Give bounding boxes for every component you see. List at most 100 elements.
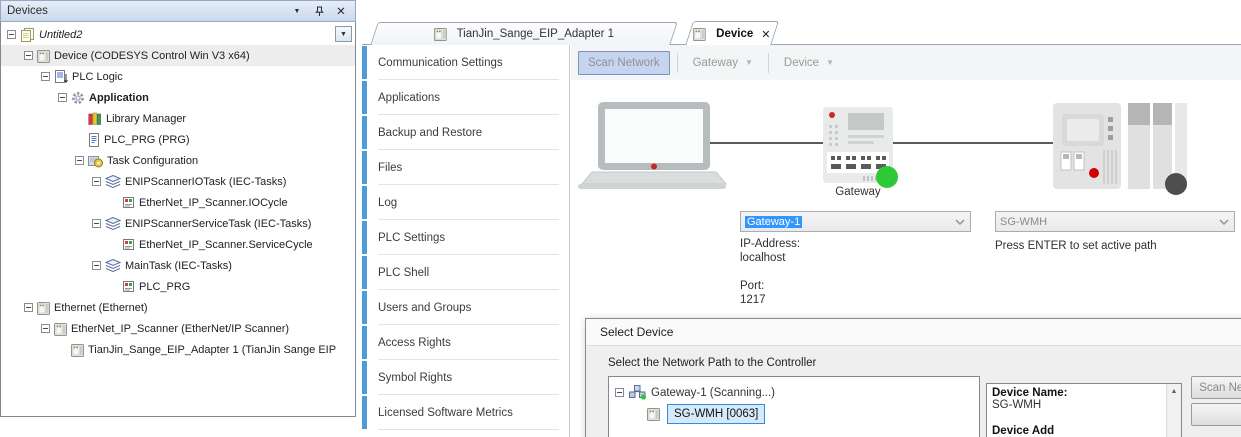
tree-item-plc-logic[interactable]: PLC Logic [1, 66, 355, 87]
nav-item-label: Licensed Software Metrics [378, 406, 513, 419]
dialog-secondary-button[interactable] [1191, 403, 1241, 426]
gateway-dropdown-button[interactable]: Gateway ▼ [685, 51, 761, 75]
pin-icon[interactable] [311, 4, 327, 19]
dialog-scan-network-button[interactable]: Scan Network [1191, 376, 1241, 399]
tree-item-label: Untitled2 [39, 28, 83, 41]
scrollbar[interactable]: ▲ [1166, 384, 1181, 437]
tree-expander[interactable] [24, 51, 37, 60]
nav-item-log[interactable]: Log [362, 185, 569, 220]
tree-expander[interactable] [58, 93, 71, 102]
tree-item-task-configuration[interactable]: Task Configuration [1, 150, 355, 171]
tree-item-label: Task Configuration [107, 154, 199, 167]
tree-item-enipscanneriotask-iec-tasks[interactable]: ENIPScannerIOTask (IEC-Tasks) [1, 171, 355, 192]
project-dropdown-button[interactable]: ▼ [335, 26, 352, 42]
tab-tianjin-sange-eip-adapter[interactable]: TianJin_Sange_EIP_Adapter 1 [370, 22, 678, 45]
gateway-select-value: Gateway-1 [745, 215, 803, 228]
nav-item-access-rights[interactable]: Access Rights [362, 325, 569, 360]
tree-item-maintask-iec-tasks[interactable]: MainTask (IEC-Tasks) [1, 255, 355, 276]
tree-item-plc-prg[interactable]: PLC_PRG [1, 276, 355, 297]
nav-item-files[interactable]: Files [362, 150, 569, 185]
page-icon [88, 132, 100, 147]
scan-network-button[interactable]: Scan Network [578, 50, 670, 75]
nav-item-backup-and-restore[interactable]: Backup and Restore [362, 115, 569, 150]
devices-panel-header: Devices ▼ ✕ [0, 0, 356, 22]
call-icon [122, 280, 135, 293]
tree-expander[interactable] [41, 72, 54, 81]
tree-item-tianjin-sange-eip-adapter-1-tianjin-sange-eip[interactable]: TianJin_Sange_EIP_Adapter 1 (TianJin San… [1, 339, 355, 360]
tree-expander[interactable] [7, 30, 20, 39]
device-dropdown-button[interactable]: Device ▼ [776, 51, 842, 75]
tree-expander[interactable] [41, 324, 54, 333]
nav-item-label: Communication Settings [378, 56, 503, 69]
select-device-dialog: Select Device Select the Network Path to… [585, 318, 1241, 437]
selected-device-node[interactable]: SG-WMH [0063] [667, 403, 766, 424]
tree-item-ethernet-ethernet[interactable]: Ethernet (Ethernet) [1, 297, 355, 318]
tree-item-library-manager[interactable]: Library Manager [1, 108, 355, 129]
nav-item-label: Backup and Restore [378, 126, 483, 139]
tree-item-application[interactable]: Application [1, 87, 355, 108]
device-name-label: Device Name: [992, 387, 1068, 399]
toolbar-separator [767, 52, 769, 73]
nav-item-label: Access Rights [378, 336, 451, 349]
nav-item-applications[interactable]: Applications [362, 80, 569, 115]
nav-item-label: PLC Shell [378, 266, 430, 279]
ip-address-label: IP-Address: [740, 238, 801, 250]
chevron-down-icon: ▼ [826, 58, 834, 67]
tree-item-label: Library Manager [106, 112, 187, 125]
tree-item-label: ENIPScannerIOTask (IEC-Tasks) [125, 175, 287, 188]
ip-address-value: localhost [740, 252, 786, 264]
tree-expander[interactable] [92, 177, 105, 186]
gateway-select[interactable]: Gateway-1 [740, 211, 971, 232]
tab-close-icon[interactable]: ✕ [761, 28, 770, 41]
tree-item-plc-prg-prg[interactable]: PLC_PRG (PRG) [1, 129, 355, 150]
tree-item-sg-wmh[interactable]: SG-WMH [0063] [609, 403, 979, 424]
press-enter-hint: Press ENTER to set active path [995, 240, 1157, 252]
laptop-icon [578, 102, 728, 189]
tree-item-device-codesys-control-win-v3-x64[interactable]: Device (CODESYS Control Win V3 x64) [1, 45, 355, 66]
scroll-up-icon[interactable]: ▲ [1167, 384, 1181, 399]
tree-item-enipscannerservicetask-iec-tasks[interactable]: ENIPScannerServiceTask (IEC-Tasks) [1, 213, 355, 234]
gateway-status-green-icon [876, 166, 898, 188]
toolbar-separator [676, 52, 678, 73]
call-icon [122, 238, 135, 251]
nav-item-communication-settings[interactable]: Communication Settings [362, 45, 569, 80]
tree-item-untitled2[interactable]: Untitled2 ▼ [1, 24, 355, 45]
gateway-device-icon [823, 107, 898, 188]
tree-item-label: Gateway-1 (Scanning...) [651, 386, 776, 399]
nav-item-symbol-rights[interactable]: Symbol Rights [362, 360, 569, 395]
device-path-select[interactable]: SG-WMH [995, 211, 1235, 232]
tab-device[interactable]: Device ✕ [684, 21, 780, 46]
gateway-label: Gateway [835, 186, 881, 198]
tree-item-ethernet-ip-scanner-servicecycle[interactable]: EtherNet_IP_Scanner.ServiceCycle [1, 234, 355, 255]
device-tree: Untitled2 ▼ Device (CODESYS Control Win V3… [0, 22, 356, 417]
tree-expander[interactable] [615, 388, 628, 397]
nav-item-plc-shell[interactable]: PLC Shell [362, 255, 569, 290]
device-icon [71, 343, 84, 357]
tree-expander[interactable] [24, 303, 37, 312]
device-icon [693, 27, 707, 41]
device-name-value: SG-WMH [992, 399, 1042, 411]
device-icon [37, 49, 50, 63]
nav-item-label: Files [378, 161, 403, 174]
nav-item-users-and-groups[interactable]: Users and Groups [362, 290, 569, 325]
scan-network-label: Scan Network [588, 56, 660, 69]
close-icon[interactable]: ✕ [333, 4, 349, 19]
tree-expander[interactable] [92, 261, 105, 270]
tree-expander[interactable] [75, 156, 88, 165]
network-gateway-icon [628, 385, 647, 400]
tree-item-label: EtherNet_IP_Scanner.ServiceCycle [139, 238, 313, 251]
tree-item-ethernet-ip-scanner-iocycle[interactable]: EtherNet_IP_Scanner.IOCycle [1, 192, 355, 213]
codesys-window: Devices ▼ ✕ Untitled2 ▼ Device (CODESYS Co… [0, 0, 1241, 437]
panel-menu-chevron-icon[interactable]: ▼ [289, 4, 305, 19]
dialog-titlebar[interactable]: Select Device [586, 319, 1241, 346]
nav-item-plc-settings[interactable]: PLC Settings [362, 220, 569, 255]
nav-item-licensed-software-metrics[interactable]: Licensed Software Metrics [362, 395, 569, 430]
task-icon [105, 258, 121, 273]
tree-item-label: PLC Logic [72, 70, 123, 83]
tree-item-ethernet-ip-scanner-ethernet-ip-scanner[interactable]: EtherNet_IP_Scanner (EtherNet/IP Scanner… [1, 318, 355, 339]
device-editor-nav: Communication Settings Applications Backup… [362, 45, 570, 437]
tree-item-label: MainTask (IEC-Tasks) [125, 259, 232, 272]
tree-expander[interactable] [92, 219, 105, 228]
device-path-select-value: SG-WMH [1000, 215, 1048, 228]
tree-item-gateway-1[interactable]: Gateway-1 (Scanning...) [609, 382, 979, 403]
